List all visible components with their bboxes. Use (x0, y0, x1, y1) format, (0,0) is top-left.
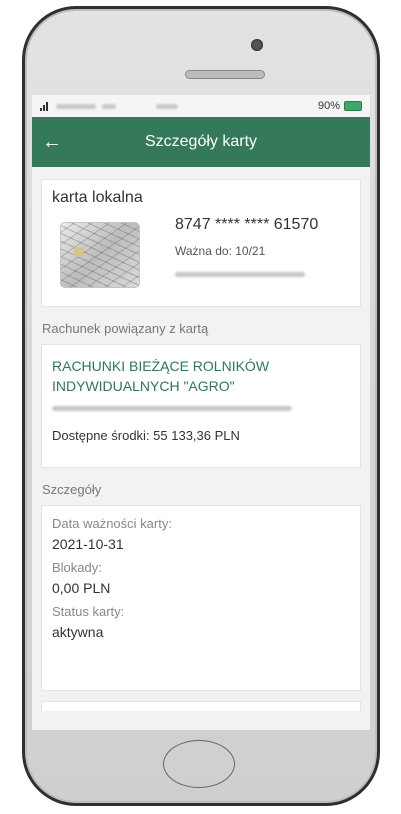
blocks-value: 0,00 PLN (52, 580, 111, 596)
linked-account-section-label: Rachunek powiązany z kartą (42, 321, 209, 336)
available-funds: Dostępne środki: 55 133,36 PLN (52, 428, 240, 443)
battery-icon (344, 101, 362, 111)
card-valid-until: Ważna do: 10/21 (175, 244, 266, 258)
blocks-label: Blokady: (52, 560, 102, 575)
expiry-value: 2021-10-31 (52, 536, 124, 552)
front-camera (251, 39, 263, 51)
card-number: 8747 **** **** 61570 (175, 216, 319, 233)
status-bar: 90% (32, 95, 370, 117)
card-status-label: Status karty: (52, 604, 125, 619)
carrier-blurred (56, 103, 96, 109)
app-header: ← Szczegóły karty (32, 117, 370, 167)
earpiece-speaker (185, 70, 265, 79)
card-info-panel[interactable]: karta lokalna 8747 **** **** 61570 Ważna… (41, 179, 361, 307)
card-status-value: aktywna (52, 624, 104, 640)
expiry-label: Data ważności karty: (52, 516, 172, 531)
page-title: Szczegóły karty (144, 133, 258, 150)
app-screen: 90% ← Szczegóły karty karta lokalna 8747… (32, 95, 370, 730)
next-panel-partial (41, 701, 361, 711)
back-arrow-icon[interactable]: ← (42, 131, 62, 154)
card-owner-blurred (175, 272, 305, 277)
signal-icon (40, 101, 48, 111)
details-panel: Data ważności karty: 2021-10-31 Blokady:… (41, 505, 361, 691)
linked-account-panel[interactable]: RACHUNKI BIEŻĄCE ROLNIKÓW INDYWIDUALNYCH… (41, 344, 361, 468)
account-number-blurred (52, 406, 292, 411)
account-name-line1: RACHUNKI BIEŻĄCE ROLNIKÓW (52, 358, 270, 374)
network-blurred (102, 103, 116, 109)
battery-percent: 90% (317, 100, 340, 112)
card-image (60, 222, 140, 288)
home-button[interactable] (163, 740, 235, 788)
details-section-label: Szczegóły (42, 482, 102, 497)
card-chip-icon (74, 247, 84, 257)
card-name: karta lokalna (52, 189, 143, 206)
account-name-line2: INDYWIDUALNYCH "AGRO" (52, 378, 235, 394)
clock-blurred (156, 103, 178, 109)
